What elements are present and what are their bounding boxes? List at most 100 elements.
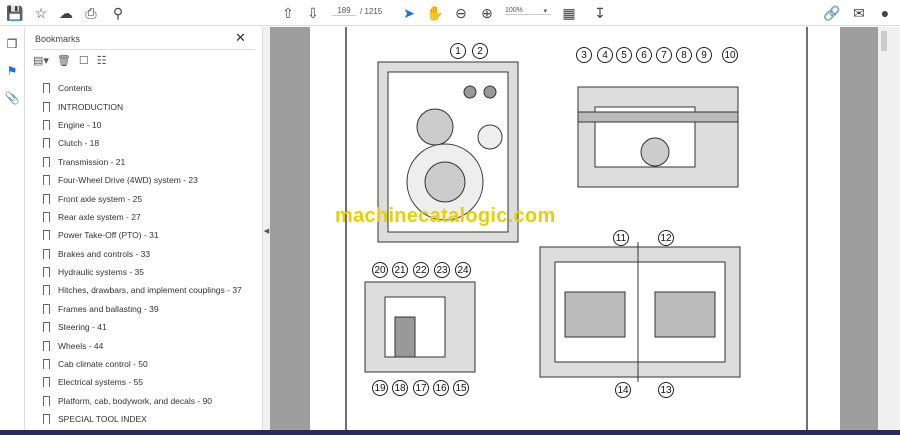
bookmark-icon — [43, 267, 50, 278]
bookmark-label: Four-Wheel Drive (4WD) system - 23 — [58, 175, 198, 186]
bookmark-icon — [43, 303, 50, 314]
chevron-left-icon: ◀ — [263, 228, 270, 235]
previous-page-icon[interactable]: ⇧ — [279, 4, 297, 22]
assembly-diagram-top-right — [577, 86, 739, 188]
next-page-icon[interactable]: ⇩ — [304, 4, 322, 22]
bookmark-label: Hydraulic systems - 35 — [58, 267, 144, 278]
upload-cloud-icon[interactable]: ☁ — [57, 4, 75, 22]
bookmark-label: Frames and ballasting - 39 — [58, 303, 159, 314]
bookmark-label: Wheels - 44 — [58, 340, 104, 351]
bookmark-label: Brakes and controls - 33 — [58, 248, 151, 259]
bookmark-item[interactable]: Steering - 41 — [43, 318, 258, 336]
bookmark-item[interactable]: Wheels - 44 — [43, 336, 258, 354]
save-icon[interactable]: 💾 — [6, 4, 24, 22]
bookmark-item[interactable]: Hydraulic systems - 35 — [43, 263, 258, 281]
toolbar: 💾 ☆ ☁ ⎙ ⚲ ⇧ ⇩ 189 / 1215 ➤ ✋ ⊖ ⊕ 100% ▾ ▦… — [0, 0, 900, 26]
bookmark-icon — [43, 414, 50, 425]
bookmark-label: Transmission - 21 — [58, 156, 126, 167]
bookmark-item[interactable]: Frames and ballasting - 39 — [43, 300, 258, 318]
bookmark-label: Rear axle system - 27 — [58, 211, 141, 222]
bookmark-item[interactable]: Transmission - 21 — [43, 153, 258, 171]
bookmark-label: INTRODUCTION — [58, 101, 124, 112]
bookmark-label: Platform, cab, bodywork, and decals - 90 — [58, 395, 213, 406]
bookmark-label: SPECIAL TOOL INDEX — [58, 414, 147, 425]
callout-number: 10 — [722, 47, 738, 63]
technical-diagram — [345, 27, 808, 430]
bookmark-item[interactable]: Front axle system - 25 — [43, 189, 258, 207]
close-icon[interactable]: ✕ — [235, 30, 246, 46]
bookmark-icon — [43, 322, 50, 333]
bookmark-icon — [43, 395, 50, 406]
bookmark-icon — [43, 119, 50, 130]
chevron-down-icon: ▾ — [543, 8, 547, 15]
zoom-select[interactable]: 100% ▾ — [505, 7, 551, 15]
page-total: / 1215 — [360, 7, 383, 16]
bookmark-icon — [43, 230, 50, 241]
section-diagram-bottom-right — [539, 242, 741, 382]
hand-tool-icon[interactable]: ✋ — [426, 4, 444, 22]
bookmark-label: Cab climate control - 50 — [58, 359, 148, 370]
zoom-value: 100% — [505, 7, 523, 14]
bookmark-item[interactable]: Electrical systems - 55 — [43, 373, 258, 391]
bookmark-icon — [43, 377, 50, 388]
delete-icon[interactable]: 🗑 — [57, 54, 71, 70]
page-number-input[interactable]: 189 — [332, 6, 356, 16]
panel-tools: ▤▾ 🗑 ☐ ☷ — [33, 54, 107, 70]
bookmark-item[interactable]: Rear axle system - 27 — [43, 208, 258, 226]
find-bookmark-icon[interactable]: ☷ — [97, 54, 107, 70]
bookmark-item[interactable]: Clutch - 18 — [43, 134, 258, 152]
bookmark-icon[interactable]: ⚑ — [3, 62, 21, 80]
bookmark-label: Contents — [58, 83, 93, 94]
callout-number: 1 — [450, 43, 466, 59]
callout-number: 15 — [453, 380, 469, 396]
star-icon[interactable]: ☆ — [32, 4, 50, 22]
bookmark-icon — [43, 101, 50, 112]
bookmark-icon — [43, 340, 50, 351]
panel-title: Bookmarks — [35, 34, 81, 44]
vertical-scrollbar[interactable] — [878, 27, 900, 430]
bookmark-label: Electrical systems - 55 — [58, 377, 144, 388]
callout-number: 13 — [658, 382, 674, 398]
bookmark-item[interactable]: Contents — [43, 79, 258, 97]
callout-number: 21 — [392, 262, 408, 278]
page-fit-icon[interactable]: ▦ — [560, 4, 578, 22]
bookmark-item[interactable]: Hitches, drawbars, and implement couplin… — [43, 281, 258, 299]
bookmark-item[interactable]: INTRODUCTION — [43, 97, 258, 115]
bookmark-item[interactable]: Engine - 10 — [43, 116, 258, 134]
search-icon[interactable]: ⚲ — [109, 4, 127, 22]
pdf-page: 1 2 3 4 5 6 7 8 9 10 11 12 13 14 15 16 17 18 19 20 21 22 23 24 … — [310, 27, 840, 430]
taskbar-strip — [0, 430, 900, 435]
callout-number: 19 — [372, 380, 388, 396]
bookmark-label: Power Take-Off (PTO) - 31 — [58, 230, 159, 241]
collapse-panel-handle[interactable]: ◀ — [262, 27, 270, 435]
new-bookmark-icon[interactable]: ☐ — [79, 54, 89, 70]
page-thumbnails-icon[interactable]: ❐ — [3, 35, 21, 53]
bookmark-item[interactable]: SPECIAL TOOL INDEX — [43, 410, 258, 428]
callout-number: 5 — [616, 47, 632, 63]
share-link-icon[interactable]: 🔗 — [823, 4, 841, 22]
bookmark-item[interactable]: Four-Wheel Drive (4WD) system - 23 — [43, 171, 258, 189]
callout-number: 24 — [455, 262, 471, 278]
bookmark-icon — [43, 285, 50, 296]
callout-number: 17 — [413, 380, 429, 396]
callout-number: 20 — [372, 262, 388, 278]
account-icon[interactable]: ● — [876, 4, 894, 22]
bookmark-item[interactable]: Platform, cab, bodywork, and decals - 90 — [43, 392, 258, 410]
callout-number: 23 — [434, 262, 450, 278]
bookmark-item[interactable]: Power Take-Off (PTO) - 31 — [43, 226, 258, 244]
zoom-in-icon[interactable]: ⊕ — [478, 4, 496, 22]
select-cursor-icon[interactable]: ➤ — [400, 4, 418, 22]
bookmark-item[interactable]: Brakes and controls - 33 — [43, 245, 258, 263]
options-menu-icon[interactable]: ▤▾ — [33, 54, 49, 70]
email-icon[interactable]: ✉ — [850, 4, 868, 22]
zoom-out-icon[interactable]: ⊖ — [452, 4, 470, 22]
bookmark-icon — [43, 156, 50, 167]
bookmark-label: Front axle system - 25 — [58, 193, 143, 204]
bookmark-icon — [43, 359, 50, 370]
bookmark-item[interactable]: Cab climate control - 50 — [43, 355, 258, 373]
print-icon[interactable]: ⎙ — [82, 4, 100, 22]
scrollbar-thumb[interactable] — [881, 31, 887, 51]
callout-number: 8 — [676, 47, 692, 63]
scroll-mode-icon[interactable]: ↧ — [591, 4, 609, 22]
attachment-icon[interactable]: 📎 — [3, 89, 21, 107]
